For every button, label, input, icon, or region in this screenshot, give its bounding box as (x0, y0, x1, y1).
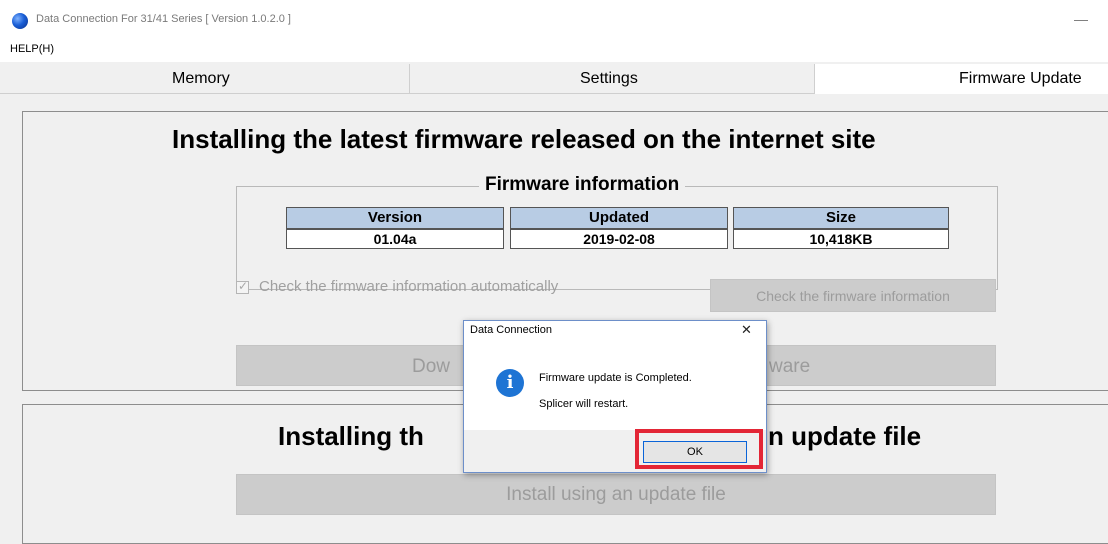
file-section-heading-right: n update file (768, 421, 922, 451)
menu-bar (0, 38, 1108, 62)
size-header: Size (733, 207, 949, 229)
minimize-button[interactable]: — (1074, 11, 1088, 27)
tab-memory[interactable]: Memory (0, 64, 410, 94)
menu-help[interactable]: HELP(H) (10, 43, 54, 55)
install-update-file-button[interactable]: Install using an update file (236, 474, 996, 515)
auto-check-label: Check the firmware information automatic… (259, 278, 559, 295)
dialog-close-button[interactable]: ✕ (741, 322, 752, 338)
firmware-info-legend: Firmware information (479, 174, 686, 196)
window-title: Data Connection For 31/41 Series [ Versi… (36, 13, 291, 25)
updated-header: Updated (510, 207, 728, 229)
tab-firmware-update-label: Firmware Update (959, 70, 1082, 87)
internet-section-heading: Installing the latest firmware released … (172, 124, 876, 154)
auto-check-checkbox[interactable]: ✓ (236, 279, 249, 294)
app-globe-icon (12, 13, 28, 29)
tab-firmware-update[interactable]: Firmware Update (815, 64, 1108, 94)
dialog-message-line1: Firmware update is Completed. (539, 372, 692, 384)
updated-value: 2019-02-08 (510, 229, 728, 249)
download-button-label-left: Dow (412, 356, 451, 377)
tab-settings-label: Settings (580, 69, 638, 87)
dialog-title: Data Connection (470, 324, 552, 336)
size-value: 10,418KB (733, 229, 949, 249)
install-update-file-label: Install using an update file (506, 483, 726, 505)
tab-memory-label: Memory (172, 69, 230, 87)
info-icon: i (496, 369, 524, 397)
tab-settings[interactable]: Settings (410, 64, 815, 94)
dialog-message-line2: Splicer will restart. (539, 398, 629, 410)
file-section-heading-left: Installing th (278, 421, 424, 451)
check-firmware-info-button[interactable]: Check the firmware information (710, 279, 996, 312)
download-button-label-right: ware (769, 356, 811, 377)
checkmark-icon: ✓ (238, 279, 249, 293)
version-header: Version (286, 207, 504, 229)
check-firmware-info-label: Check the firmware information (756, 287, 950, 304)
ok-highlight-box (635, 429, 763, 469)
version-value: 01.04a (286, 229, 504, 249)
